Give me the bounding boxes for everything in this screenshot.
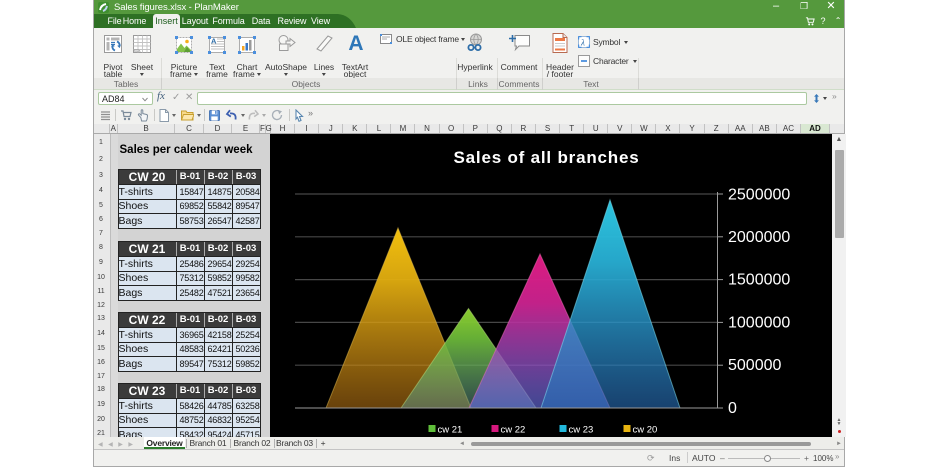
svg-text:2000000: 2000000	[728, 229, 790, 246]
svg-text:1000000: 1000000	[728, 314, 790, 331]
svg-text:cw 20: cw 20	[633, 425, 658, 436]
svg-text:cw 21: cw 21	[438, 425, 463, 436]
svg-text:cw 23: cw 23	[569, 425, 594, 436]
svg-text:0: 0	[728, 400, 737, 417]
svg-text:1500000: 1500000	[728, 272, 790, 289]
svg-text:2500000: 2500000	[728, 187, 790, 204]
svg-text:A: A	[211, 37, 217, 46]
svg-text:500000: 500000	[728, 357, 781, 374]
svg-text:λ: λ	[580, 38, 585, 48]
svg-text:cw 22: cw 22	[501, 425, 526, 436]
